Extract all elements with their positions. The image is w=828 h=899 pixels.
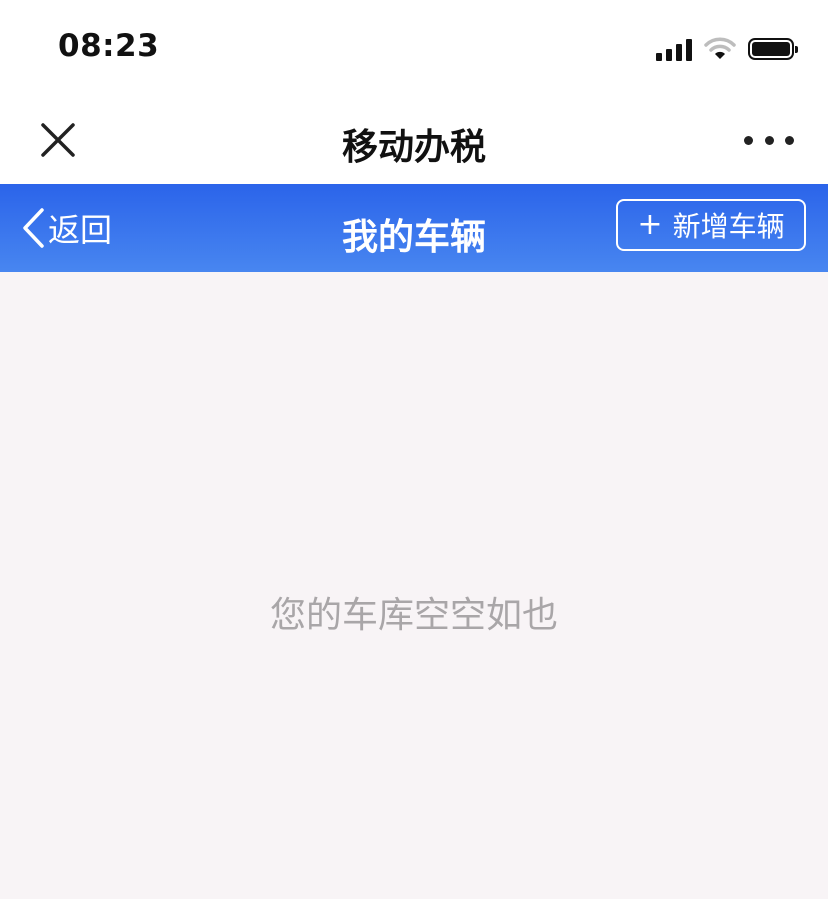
page-header: 返回 我的车辆 + 新增车辆 bbox=[0, 184, 828, 272]
cellular-signal-icon bbox=[656, 37, 692, 61]
status-bar: 08:23 bbox=[0, 0, 828, 96]
plus-icon: + bbox=[637, 207, 663, 242]
empty-state-message: 您的车库空空如也 bbox=[269, 595, 558, 636]
add-vehicle-label: 新增车辆 bbox=[672, 210, 785, 243]
add-vehicle-button[interactable]: + 新增车辆 bbox=[616, 199, 806, 251]
app-title: 移动办税 bbox=[341, 127, 486, 168]
battery-icon bbox=[748, 38, 798, 60]
wifi-icon bbox=[704, 37, 736, 59]
status-icons bbox=[656, 34, 798, 64]
app-screen: 08:23 移动办税 返回 我的车辆 + 新增车辆 您的车库空空如也 bbox=[0, 0, 828, 899]
mini-program-top-bar: 移动办税 bbox=[0, 96, 828, 184]
more-dots-icon[interactable] bbox=[744, 122, 794, 158]
status-time: 08:23 bbox=[58, 28, 160, 64]
